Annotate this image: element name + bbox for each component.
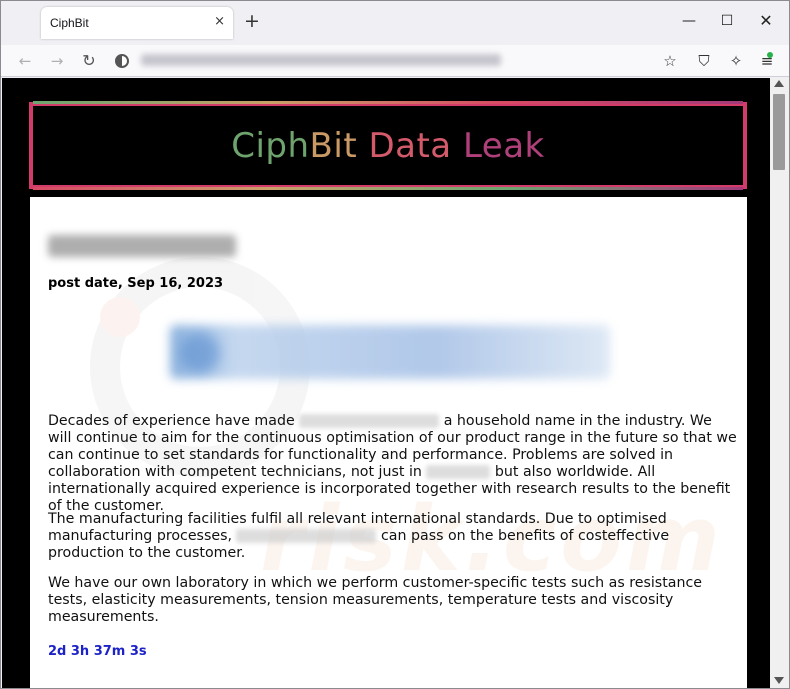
page-viewport: CiphBit Data Leak risk.com post date, Se… [2,78,770,688]
countdown-timer: 2d 3h 37m 3s [48,644,147,659]
description-paragraph: The manufacturing facilities fulfil all … [48,511,738,562]
scroll-down-icon[interactable] [774,677,784,684]
redacted-url [141,54,501,66]
redacted-company-name [236,529,377,543]
tab-title: CiphBit [50,16,89,30]
vertical-scrollbar[interactable] [770,78,789,688]
site-title-part: Leak [451,126,545,166]
banner-glow-bottom [33,187,743,190]
close-window-icon[interactable]: ✕ [756,11,776,31]
tab-ciphbit[interactable]: CiphBit × [41,7,233,39]
post-date: post date, Sep 16, 2023 [48,276,224,291]
redacted-company-name [299,414,440,428]
site-banner: CiphBit Data Leak [29,101,747,190]
description-paragraph: We have our own laboratory in which we p… [48,575,702,625]
update-badge [767,52,773,58]
site-title-part: Ciph [231,126,310,166]
paragraph-text: Decades of experience have made [48,413,300,429]
extensions-icon[interactable]: ✧ [726,51,746,71]
redacted-country [426,465,491,479]
banner-glow-top [33,101,743,104]
site-title: CiphBit Data Leak [33,126,743,166]
redacted-company-logo [170,325,610,379]
maximize-icon[interactable]: ☐ [717,11,737,31]
tab-bar: CiphBit × + — ☐ ✕ [1,1,789,45]
site-title-part: Data [357,126,452,166]
description-paragraph: Decades of experience have made a househ… [48,413,738,515]
site-info-icon[interactable] [115,54,129,68]
scroll-up-icon[interactable] [774,80,784,87]
address-bar[interactable] [141,54,501,68]
minimize-icon[interactable]: — [679,11,699,31]
reload-icon[interactable]: ↻ [79,51,99,71]
browser-window: CiphBit × + — ☐ ✕ ← → ↻ ☆ ⛉ ✧ ≡ CiphBit … [0,0,790,689]
back-icon[interactable]: ← [15,51,35,71]
victim-post-card: risk.com post date, Sep 16, 2023 Decades… [30,197,747,688]
site-title-part: Bit [309,126,358,166]
redacted-victim-name [48,235,236,257]
forward-icon[interactable]: → [47,51,67,71]
new-tab-icon[interactable]: + [244,11,260,31]
watermark-dot [100,297,140,337]
redacted-logo-mark [180,333,220,373]
bookmark-star-icon[interactable]: ☆ [660,51,680,71]
close-tab-icon[interactable]: × [214,14,225,29]
scrollbar-thumb[interactable] [773,94,785,170]
navigation-bar: ← → ↻ ☆ ⛉ ✧ ≡ [1,45,789,77]
shield-icon[interactable]: ⛉ [694,51,714,71]
